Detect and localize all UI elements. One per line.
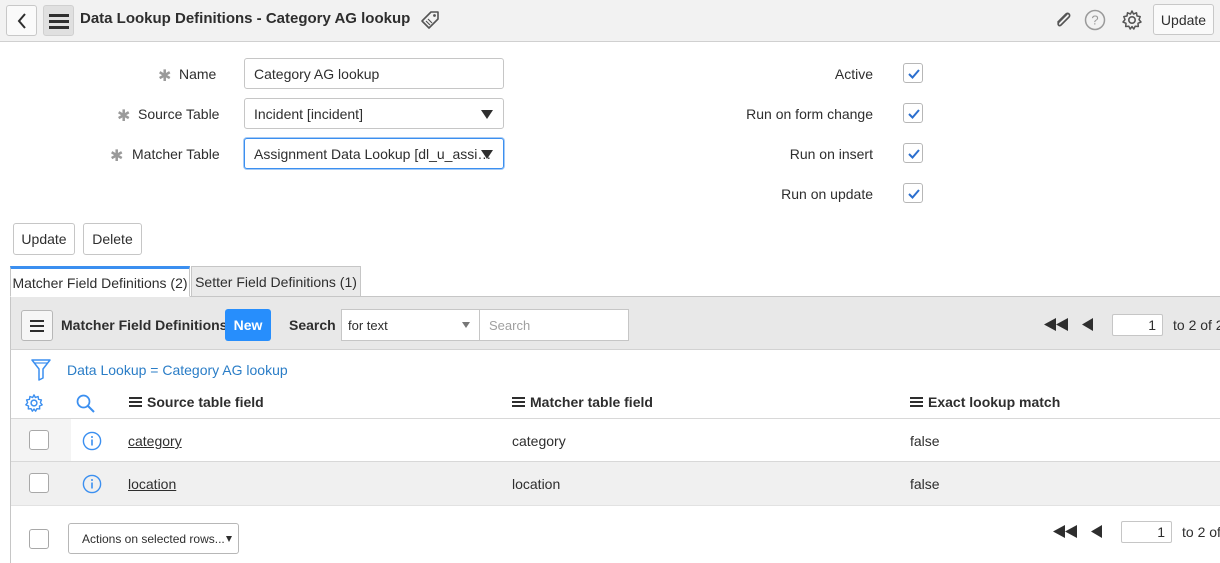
caret-down-icon: [226, 536, 232, 542]
name-label: Name: [179, 66, 217, 82]
matcher-table-select[interactable]: Assignment Data Lookup [dl_u_assi…: [244, 138, 504, 169]
tab-matcher-field-definitions[interactable]: Matcher Field Definitions (2): [10, 266, 190, 297]
run-on-insert-label: Run on insert: [789, 146, 873, 162]
source-table-select[interactable]: Incident [incident]: [244, 98, 504, 129]
select-all-checkbox[interactable]: [29, 529, 49, 549]
list-title: Matcher Field Definitions: [61, 317, 228, 333]
tab-setter-field-definitions[interactable]: Setter Field Definitions (1): [191, 266, 361, 297]
chevron-left-icon: [17, 12, 26, 29]
column-header-label: Exact lookup match: [928, 394, 1061, 410]
exact-lookup-match-cell: false: [910, 476, 940, 492]
check-icon: [908, 109, 920, 119]
row-checkbox[interactable]: [29, 430, 49, 450]
update-button-header[interactable]: Update: [1153, 4, 1214, 35]
previous-page-icon[interactable]: [1091, 525, 1103, 541]
check-icon: [908, 189, 920, 199]
hamburger-icon: [30, 319, 44, 332]
required-icon: ✱: [117, 108, 131, 125]
search-field-value: for text: [348, 317, 388, 333]
search-field-select[interactable]: for text: [341, 309, 480, 341]
column-header-source-table-field[interactable]: Source table field: [129, 394, 264, 410]
active-checkbox[interactable]: [903, 63, 923, 83]
search-icon[interactable]: [76, 394, 95, 416]
page-total-label: to 2 of 2: [1173, 317, 1220, 333]
column-header-exact-lookup-match[interactable]: Exact lookup match: [910, 394, 1060, 410]
source-table-field-link[interactable]: location: [128, 476, 176, 492]
column-menu-icon[interactable]: [512, 395, 525, 409]
update-button[interactable]: Update: [13, 223, 75, 255]
row-checkbox[interactable]: [29, 473, 49, 493]
column-header-label: Source table field: [147, 394, 264, 410]
run-on-form-change-checkbox[interactable]: [903, 103, 923, 123]
matcher-table-label: Matcher Table: [132, 146, 220, 162]
active-label: Active: [834, 66, 873, 82]
list-context-menu-button[interactable]: [21, 310, 53, 341]
check-icon: [908, 69, 920, 79]
first-page-icon[interactable]: [1053, 525, 1079, 541]
info-icon[interactable]: [82, 474, 102, 497]
caret-down-icon: [481, 150, 493, 159]
source-table-label: Source Table: [138, 106, 220, 122]
new-button[interactable]: New: [225, 309, 271, 341]
previous-page-icon[interactable]: [1082, 318, 1094, 334]
required-icon: ✱: [158, 68, 172, 85]
page-number-input[interactable]: 1: [1112, 314, 1163, 336]
run-on-form-change-label: Run on form change: [746, 106, 873, 122]
column-menu-icon[interactable]: [910, 395, 923, 409]
info-icon[interactable]: [82, 431, 102, 454]
matcher-table-field-cell: category: [512, 433, 566, 449]
help-icon[interactable]: ?: [1084, 9, 1106, 34]
page-number-input[interactable]: 1: [1121, 521, 1172, 543]
page-title: Data Lookup Definitions - Category AG lo…: [80, 10, 411, 27]
actions-on-selected-rows-select[interactable]: Actions on selected rows...: [68, 523, 239, 554]
table-row[interactable]: location location false: [11, 462, 1220, 506]
required-icon: ✱: [110, 148, 124, 165]
run-on-insert-checkbox[interactable]: [903, 143, 923, 163]
source-table-field-link[interactable]: category: [128, 433, 182, 449]
column-menu-icon[interactable]: [129, 395, 142, 409]
caret-down-icon: [462, 322, 470, 328]
first-page-icon[interactable]: [1044, 318, 1070, 334]
filter-breadcrumb[interactable]: Data Lookup = Category AG lookup: [67, 362, 288, 378]
matcher-table-field-cell: location: [512, 476, 561, 492]
list-settings-gear-icon[interactable]: [24, 393, 44, 416]
search-label: Search: [289, 317, 336, 333]
gear-icon[interactable]: [1121, 9, 1143, 34]
paperclip-icon[interactable]: [1052, 9, 1074, 34]
exact-lookup-match-cell: false: [910, 433, 940, 449]
delete-button[interactable]: Delete: [83, 223, 142, 255]
run-on-update-checkbox[interactable]: [903, 183, 923, 203]
hamburger-icon: [48, 13, 69, 29]
source-table-value: Incident [incident]: [254, 105, 363, 122]
back-button[interactable]: [6, 5, 37, 36]
table-row[interactable]: category category false: [11, 418, 1220, 462]
filter-icon[interactable]: [31, 359, 51, 384]
run-on-update-label: Run on update: [781, 186, 873, 202]
tag-icon[interactable]: [419, 9, 441, 34]
column-header-label: Matcher table field: [530, 394, 653, 410]
caret-down-icon: [481, 110, 493, 119]
context-menu-button[interactable]: [43, 5, 74, 36]
svg-text:?: ?: [1091, 13, 1098, 28]
column-header-matcher-table-field[interactable]: Matcher table field: [512, 394, 653, 410]
matcher-table-value: Assignment Data Lookup [dl_u_assi…: [254, 145, 492, 162]
check-icon: [908, 149, 920, 159]
name-input[interactable]: Category AG lookup: [244, 58, 504, 89]
page-total-label: to 2 of: [1182, 524, 1220, 540]
actions-label: Actions on selected rows...: [82, 531, 225, 546]
search-input[interactable]: Search: [479, 309, 629, 341]
